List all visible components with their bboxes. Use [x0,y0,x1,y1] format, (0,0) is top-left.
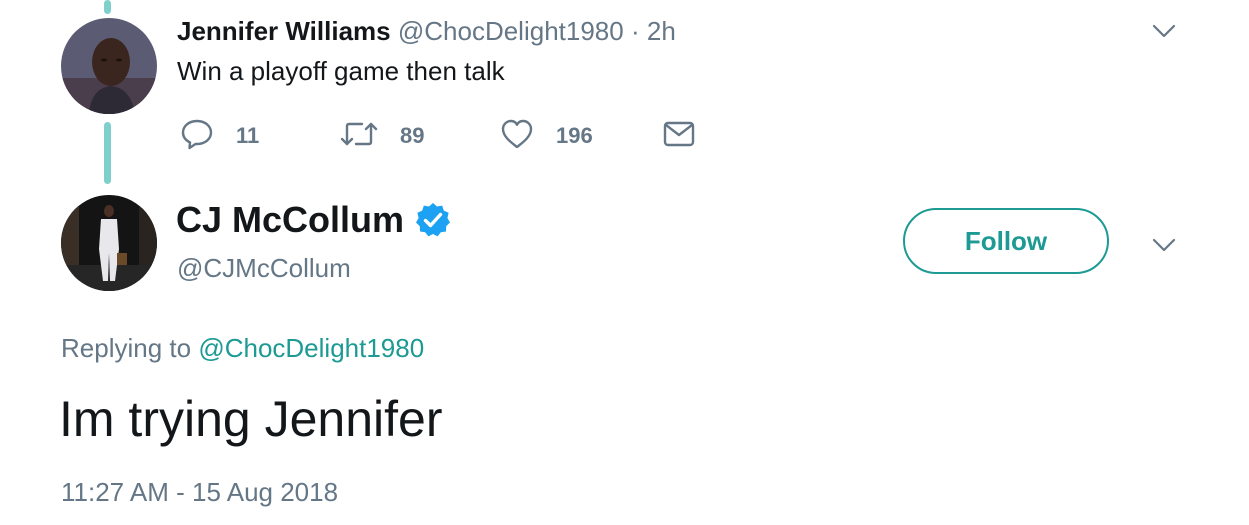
like-count: 196 [556,123,593,148]
tweet-detail-page: Jennifer Williams @ChocDelight1980 · 2h … [0,0,1249,525]
like-icon [500,118,534,155]
main-author-name[interactable]: CJ McCollum [176,198,404,242]
parent-tweet-header: Jennifer Williams @ChocDelight1980 · 2h [177,14,676,48]
thread-line-top [104,0,111,14]
main-avatar[interactable] [61,195,157,291]
replying-to-line: Replying to @ChocDelight1980 [61,331,424,365]
parent-chevron-down-icon[interactable] [1151,22,1177,45]
parent-tweet-text: Win a playoff game then talk [177,56,505,86]
parent-author-name[interactable]: Jennifer Williams [177,16,391,46]
parent-author-handle[interactable]: @ChocDelight1980 [398,16,624,46]
parent-header-separator: · [630,16,640,46]
retweet-count: 89 [400,123,425,148]
verified-badge-icon [414,201,452,244]
parent-time-ago[interactable]: 2h [647,16,676,46]
replying-prefix: Replying to [61,333,192,363]
main-tweet-text: Im trying Jennifer [59,391,443,447]
reply-icon [180,117,214,156]
follow-button[interactable]: Follow [903,208,1109,274]
parent-avatar[interactable] [61,18,157,114]
main-chevron-down-icon[interactable] [1151,236,1177,259]
message-action[interactable] [662,116,696,156]
main-author-handle[interactable]: @CJMcCollum [177,251,351,285]
replying-to-mention[interactable]: @ChocDelight1980 [198,333,424,363]
retweet-action[interactable]: 89 [340,116,424,156]
reply-action[interactable]: 11 [180,116,259,156]
reply-count: 11 [236,123,260,148]
thread-line-middle [104,122,111,184]
message-icon [662,119,696,154]
like-action[interactable]: 196 [500,116,593,156]
tweet-timestamp[interactable]: 11:27 AM - 15 Aug 2018 [61,475,338,509]
retweet-icon [340,119,378,154]
